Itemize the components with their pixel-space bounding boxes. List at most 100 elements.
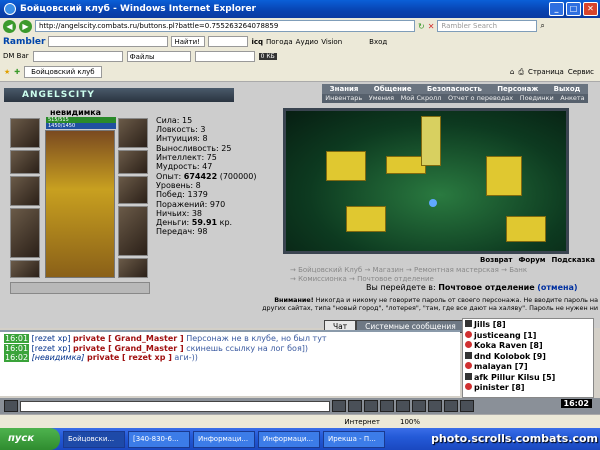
minimize-button[interactable]: _ xyxy=(549,2,564,16)
slot-belt[interactable] xyxy=(10,260,40,278)
slot-armor[interactable] xyxy=(10,208,40,258)
search-icon[interactable]: ⌕ xyxy=(540,21,544,31)
list-item[interactable]: malayan [7] xyxy=(465,362,591,373)
building-club[interactable] xyxy=(326,151,366,181)
weather-button[interactable]: Погода xyxy=(266,38,293,46)
refresh-icon[interactable]: ↻ xyxy=(418,22,425,31)
menu-inventory[interactable]: Инвентарь xyxy=(325,94,362,103)
slot-amulet[interactable] xyxy=(10,150,40,174)
link-return[interactable]: Возврат xyxy=(480,256,512,264)
character-avatar[interactable] xyxy=(45,130,115,278)
service-menu[interactable]: Сервис xyxy=(568,68,594,76)
building-shop[interactable] xyxy=(386,156,426,174)
zoom-level[interactable]: 100% xyxy=(400,418,420,426)
start-button[interactable]: пуск xyxy=(0,428,60,450)
menu-scroll[interactable]: Мой Скролл xyxy=(401,94,442,103)
task-irekcha[interactable]: Ирекша - П... xyxy=(323,430,385,448)
location-club[interactable]: → Бойцовский Клуб xyxy=(290,266,362,274)
tab-fight-club[interactable]: Бойцовский клуб xyxy=(24,66,102,78)
address-bar-row: ◀ ▶ http://angelscity.combats.ru/buttons… xyxy=(0,18,600,34)
location-repair[interactable]: → Ремонтная мастерская xyxy=(406,266,499,274)
building-bank[interactable] xyxy=(486,156,522,196)
address-input[interactable]: http://angelscity.combats.ru/buttons.pl?… xyxy=(35,20,415,32)
menu-knowledge[interactable]: Знания xyxy=(330,84,359,94)
page-menu[interactable]: Страница xyxy=(528,68,564,76)
task-icq[interactable]: [340-830-6... xyxy=(128,430,190,448)
dm-toolbar: DM Bar Файлы 0 КБ xyxy=(0,49,600,63)
slot-weapon[interactable] xyxy=(10,176,40,206)
scene-links: Возврат Форум Подсказка xyxy=(480,256,595,264)
clear-icon[interactable] xyxy=(348,400,362,412)
stop-icon[interactable]: ✕ xyxy=(428,22,435,31)
menu-battles[interactable]: Поединки xyxy=(520,94,554,103)
menu-character[interactable]: Персонаж xyxy=(497,84,538,94)
slot-bracers[interactable] xyxy=(118,150,148,174)
location-commission[interactable]: → Комиссионка xyxy=(290,275,347,283)
location-links: → Бойцовский Клуб → Магазин → Ремонтная … xyxy=(290,266,530,284)
menu-transfers[interactable]: Отчет о переводах xyxy=(448,94,513,103)
favorites-star-icon[interactable]: ★ xyxy=(4,68,10,76)
menu-security[interactable]: Безопасность xyxy=(427,84,482,94)
menu-skills[interactable]: Умения xyxy=(369,94,394,103)
filter-icon[interactable] xyxy=(380,400,394,412)
link-hint[interactable]: Подсказка xyxy=(551,256,595,264)
list-item[interactable]: Koka Raven [8] xyxy=(465,341,591,352)
menu-exit[interactable]: Выход xyxy=(554,84,581,94)
forward-icon[interactable]: ▶ xyxy=(19,19,32,33)
icq-button[interactable]: icq xyxy=(251,38,263,46)
slot-helmet[interactable] xyxy=(118,118,148,148)
building-commission[interactable] xyxy=(506,216,546,242)
mail-icon[interactable] xyxy=(460,400,474,412)
vision-button[interactable]: Vision xyxy=(321,38,342,46)
list-item[interactable]: Jills [8] xyxy=(465,320,591,331)
link-forum[interactable]: Форум xyxy=(518,256,545,264)
city-scene[interactable] xyxy=(283,108,569,254)
menu-communication[interactable]: Общение xyxy=(374,84,412,94)
rambler-search-field[interactable] xyxy=(48,36,169,47)
clan-icon xyxy=(465,351,472,359)
send-icon[interactable] xyxy=(332,400,346,412)
close-button[interactable]: ✕ xyxy=(583,2,598,16)
sound-icon[interactable] xyxy=(428,400,442,412)
toolbar-dropdown[interactable] xyxy=(208,36,249,47)
goto-cancel-link[interactable]: (отмена) xyxy=(537,283,577,292)
print-icon[interactable]: ⎙ xyxy=(518,68,524,77)
audio-button[interactable]: Аудио xyxy=(296,38,319,46)
location-post[interactable]: → Почтовое отделение xyxy=(349,275,434,283)
maximize-button[interactable]: □ xyxy=(566,2,581,16)
add-favorite-icon[interactable]: ✚ xyxy=(14,68,20,76)
task-info-1[interactable]: Информаци... xyxy=(193,430,255,448)
list-item[interactable]: afk Pillur Kilsu [5] xyxy=(465,372,591,384)
location-shop[interactable]: → Магазин xyxy=(364,266,403,274)
task-fight-club[interactable]: Бойцовски... xyxy=(63,430,125,448)
bag-icon[interactable] xyxy=(444,400,458,412)
dm-search-field[interactable] xyxy=(32,50,123,62)
dm-field[interactable] xyxy=(194,50,255,62)
rune-slots[interactable] xyxy=(10,282,150,294)
list-item[interactable]: dnd Kolobok [9] xyxy=(465,351,591,363)
building-repair[interactable] xyxy=(346,206,386,232)
list-item[interactable]: justiceang [1] xyxy=(465,330,591,342)
home-icon[interactable]: ⌂ xyxy=(510,68,514,76)
chat-settings-icon[interactable] xyxy=(4,400,18,412)
character-name[interactable]: невидимка xyxy=(50,108,101,117)
files-dropdown[interactable]: Файлы xyxy=(126,50,191,62)
progress-panel: Опыт: 674422 (700000) Уровень: 8 Побед: … xyxy=(156,172,256,236)
fountain-icon[interactable] xyxy=(429,199,437,207)
list-item[interactable]: pinister [8] xyxy=(465,383,591,394)
slot-shield[interactable] xyxy=(118,176,148,204)
slot-pants[interactable] xyxy=(118,206,148,256)
task-info-2[interactable]: Информаци... xyxy=(258,430,320,448)
slot-earrings[interactable] xyxy=(10,118,40,148)
slot-boots[interactable] xyxy=(118,258,148,278)
back-icon[interactable]: ◀ xyxy=(3,19,16,33)
find-button[interactable]: Найти! xyxy=(171,36,206,47)
menu-profile[interactable]: Анкета xyxy=(560,94,584,103)
smiles-icon[interactable] xyxy=(364,400,378,412)
refresh-chat-icon[interactable] xyxy=(412,400,426,412)
chat-input[interactable] xyxy=(20,400,330,412)
location-bank[interactable]: → Банк xyxy=(501,266,527,274)
login-button[interactable]: Вход xyxy=(369,38,387,46)
search-input[interactable]: Rambler Search xyxy=(437,20,538,32)
translit-icon[interactable] xyxy=(396,400,410,412)
